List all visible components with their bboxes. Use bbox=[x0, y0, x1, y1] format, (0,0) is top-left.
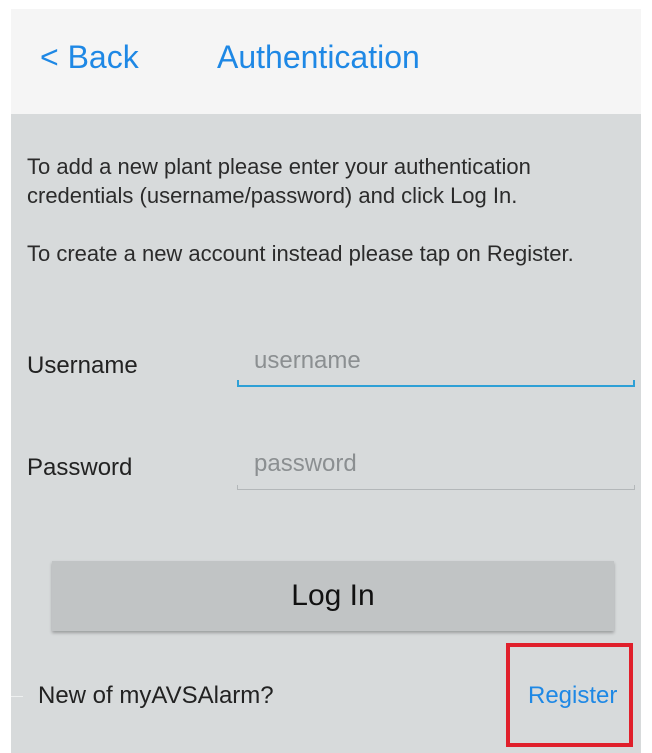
username-field bbox=[237, 339, 635, 387]
username-underline-left-tick bbox=[237, 380, 239, 387]
register-instructions: To create a new account instead please t… bbox=[27, 241, 574, 266]
login-instructions: To add a new plant please enter your aut… bbox=[27, 154, 531, 208]
password-label: Password bbox=[27, 454, 133, 481]
password-underline-left-tick bbox=[237, 485, 238, 490]
password-input[interactable] bbox=[237, 442, 635, 486]
authentication-screen: < Back Authentication To add a new plant… bbox=[11, 9, 641, 753]
username-input[interactable] bbox=[237, 339, 635, 383]
password-underline bbox=[237, 489, 635, 490]
login-button[interactable]: Log In bbox=[52, 561, 614, 631]
back-button[interactable]: < Back bbox=[40, 39, 139, 76]
username-label: Username bbox=[27, 352, 138, 379]
page-title: Authentication bbox=[217, 39, 420, 75]
content-area: To add a new plant please enter your aut… bbox=[11, 114, 641, 753]
username-underline bbox=[237, 385, 635, 387]
password-field bbox=[237, 442, 635, 490]
new-user-prompt: New of myAVSAlarm? bbox=[38, 682, 274, 709]
username-underline-right-tick bbox=[633, 380, 635, 387]
navigation-bar: < Back Authentication bbox=[11, 9, 641, 114]
footer-divider bbox=[11, 696, 23, 697]
password-underline-right-tick bbox=[634, 485, 635, 490]
register-link[interactable]: Register bbox=[528, 682, 617, 710]
